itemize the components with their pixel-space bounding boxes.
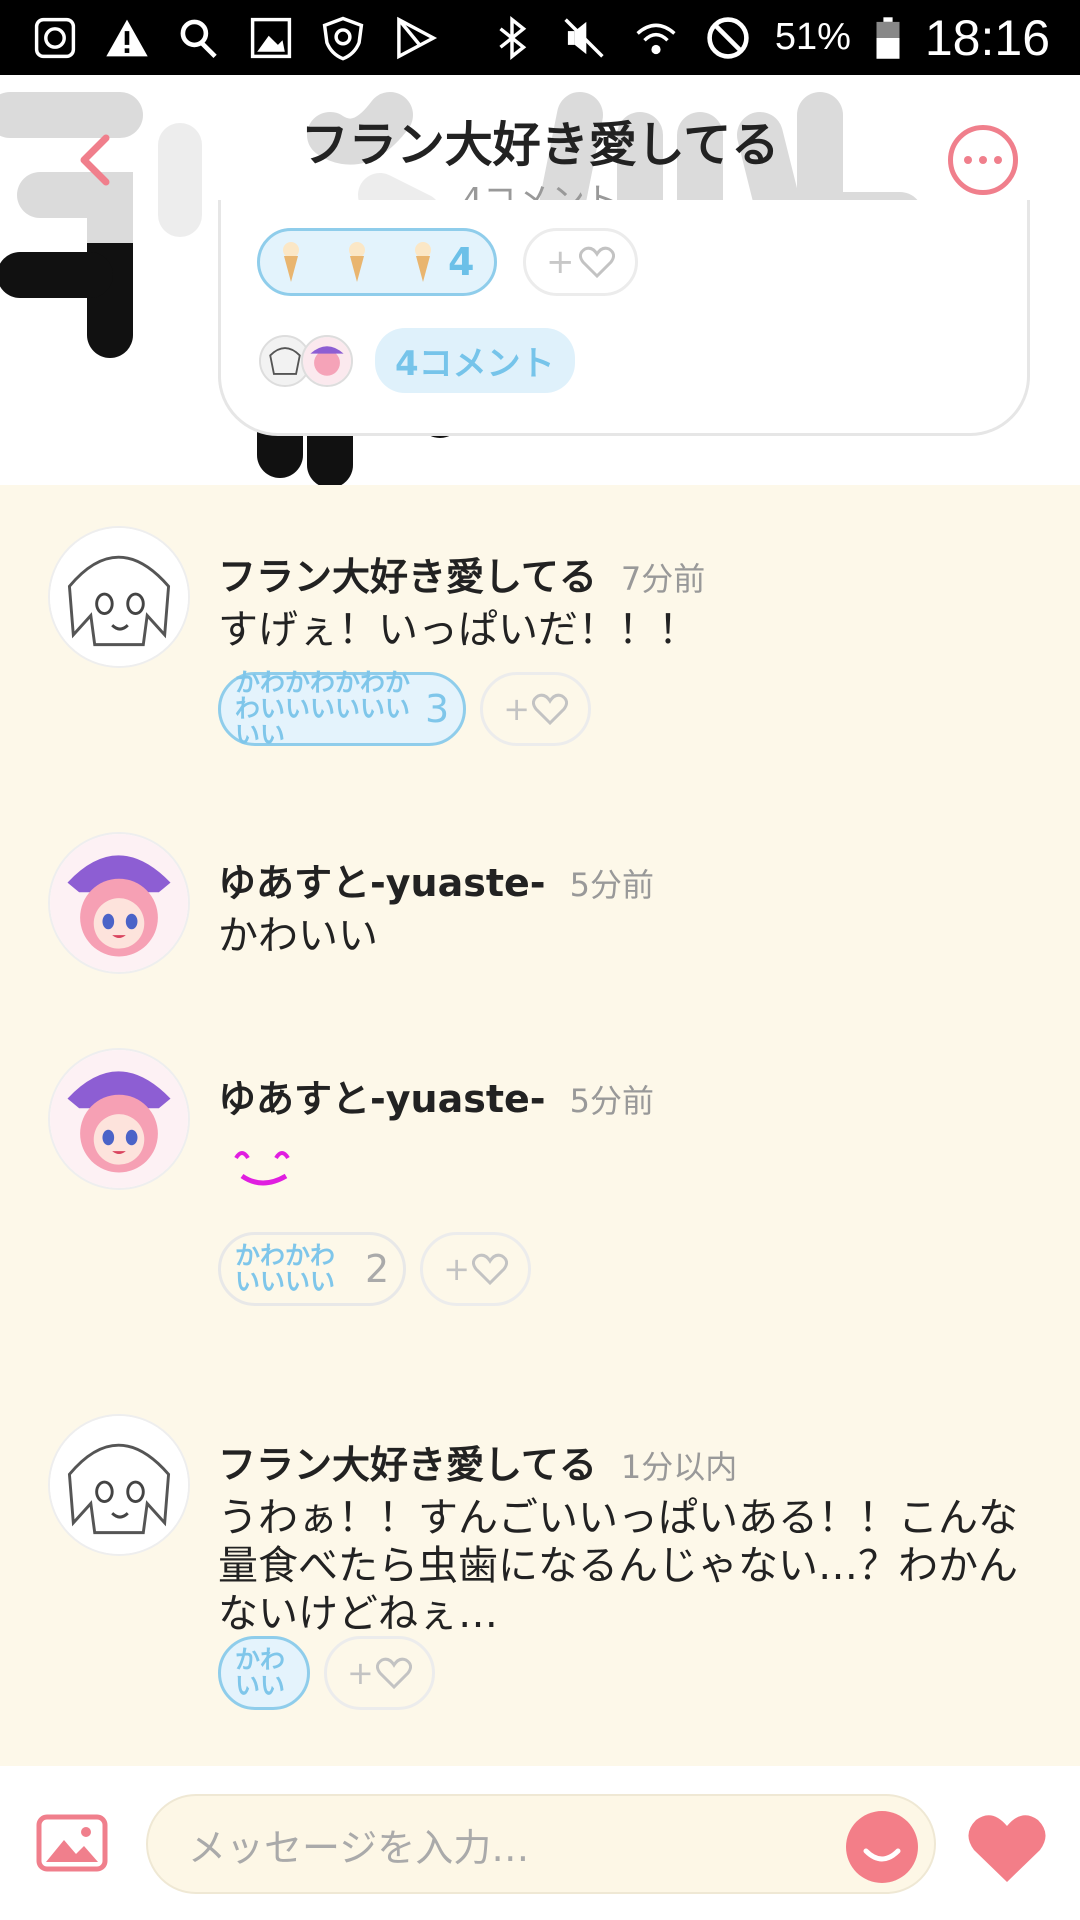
add-reaction-button[interactable]: + [420,1232,531,1306]
add-reaction-button[interactable]: + [523,228,638,296]
reaction-count: 2 [365,1247,390,1291]
vpn-key-icon [174,13,224,63]
comment-time: 7分前 [620,560,706,598]
comment-time: 5分前 [569,866,654,904]
list-item: フラン大好き愛してる 1分以内 うわぁ！！すんごいいっぱいある！！こんな量食べた… [0,1414,1080,1714]
comment-summary[interactable]: 4コメント [259,328,575,393]
comment-text: かわいい [218,913,378,959]
avatar [301,334,353,387]
reaction-label: かわかわかわかわいいいいいいいい [235,668,411,749]
add-reaction-button[interactable]: + [480,672,591,746]
wifi-icon [631,13,681,63]
plus-label: + [347,1654,374,1692]
add-reaction-button[interactable]: + [324,1636,435,1710]
ice-cream-icon [349,242,365,282]
message-composer: メッセージを入力… [0,1766,1080,1920]
emoticon-sticker [232,1144,302,1194]
clock: 18:16 [924,9,1050,66]
message-input[interactable]: メッセージを入力… [146,1794,936,1894]
mute-icon [559,13,609,63]
battery-icon [873,13,903,63]
plus-label: + [443,1250,470,1288]
comment-list: フラン大好き愛してる 7分前 すげぇ！いっぱいだ！！！ かわかわかわかわいいいい… [0,486,1080,1766]
plus-label: + [503,690,530,728]
reaction-count: 3 [425,687,450,731]
comment-author[interactable]: ゆあすと-yuaste- [218,1068,546,1123]
shield-icon [318,13,368,63]
comment-text: すげぇ！いっぱいだ！！！ [218,607,698,653]
list-item: ゆあすと-yuaste- 5分前 かわいい [0,832,1080,992]
ice-cream-icon [415,242,431,282]
comment-count-pill[interactable]: 4コメント [375,328,575,393]
heart-outline-icon [532,693,568,725]
page-title: フラン大好き愛してる [300,117,780,173]
heart-outline-icon [472,1253,508,1285]
battery-percent: 51% [774,16,851,58]
avatar[interactable] [48,526,190,668]
reaction-label: かわかわいいいい [235,1241,336,1296]
comment-author[interactable]: フラン大好き愛してる [218,546,597,601]
reaction-chip[interactable]: かわかわかわかわいいいいいいいい 3 [218,668,467,749]
emoji-icon[interactable] [846,1811,918,1883]
gallery-button[interactable] [36,1814,108,1872]
status-bar: 51% 18:16 [0,0,1080,75]
bluetooth-icon [487,13,537,63]
avatar[interactable] [48,832,190,974]
reaction-chip[interactable]: かわかわいいいい 2 [218,1232,407,1306]
avatar[interactable] [48,1414,190,1556]
play-store-icon [390,13,440,63]
plus-label: + [546,242,575,282]
gallery-icon [36,1814,108,1872]
comment-text: うわぁ！！すんごいいっぱいある！！こんな量食べたら虫歯になるんじゃない…？わかん… [218,1495,1018,1637]
heart-outline-icon [375,1657,412,1689]
comment-time: 5分前 [569,1082,654,1120]
warning-icon [102,13,152,63]
list-item: フラン大好き愛してる 7分前 すげぇ！いっぱいだ！！！ かわかわかわかわいいいい… [0,526,1080,756]
image-icon [246,13,296,63]
comment-author[interactable]: ゆあすと-yuaste- [218,852,546,907]
ice-cream-icon [283,242,299,282]
heart-outline-icon [578,246,615,278]
comment-time: 1分以内 [620,1448,738,1486]
more-icon[interactable] [948,125,1018,195]
reaction-label: かわいい [235,1645,286,1700]
photo-icon [30,13,80,63]
dnd-icon [703,13,753,63]
list-item: ゆあすと-yuaste- 5分前 かわかわいいいい 2 + [0,1048,1080,1308]
post-card: 4 + 4コメント [218,200,1030,436]
avatar[interactable] [48,1048,190,1190]
reaction-count: 4 [448,240,475,284]
reaction-chip[interactable]: かわいい [218,1636,310,1710]
heart-icon[interactable] [966,1812,1048,1884]
comment-author[interactable]: フラン大好き愛してる [218,1434,597,1489]
ice-cream-reaction[interactable]: 4 [257,228,498,296]
